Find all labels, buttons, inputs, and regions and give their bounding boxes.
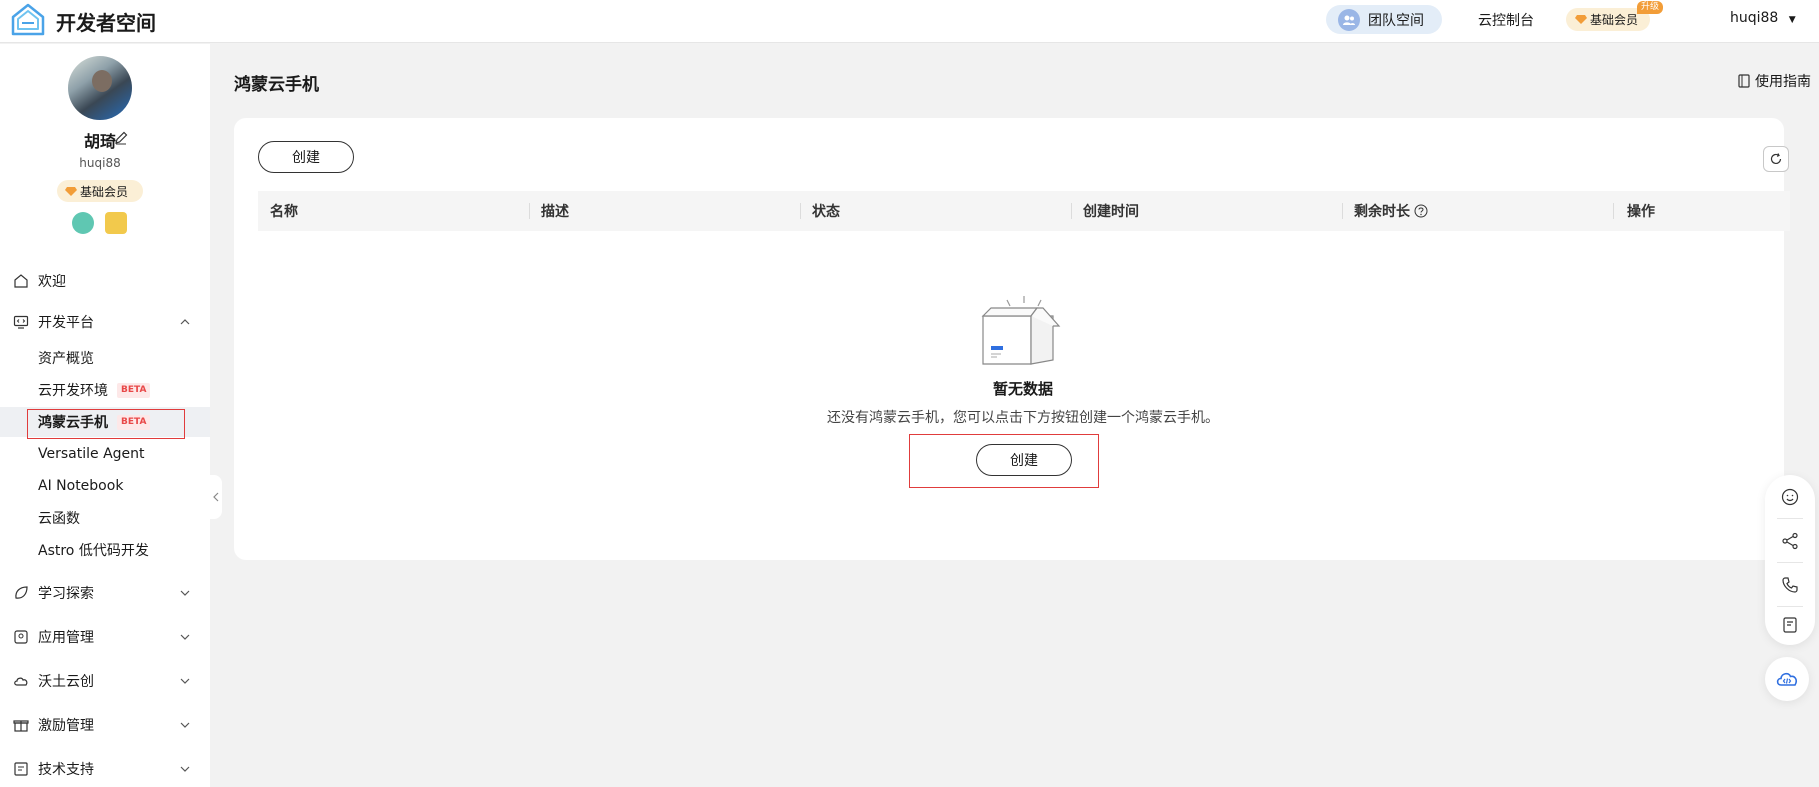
developer-space-logo[interactable] (10, 3, 46, 37)
column-header: 操作 (1627, 204, 1655, 220)
home-icon (14, 274, 28, 288)
nav-tech-support[interactable]: 技术支持 (0, 753, 210, 785)
cloud-code-icon (1776, 672, 1797, 686)
column-divider (1071, 203, 1072, 219)
contact-button[interactable] (1765, 563, 1815, 607)
sidebar-item-label: 资产概览 (38, 351, 94, 367)
column-header: 剩余时长 (1354, 204, 1410, 220)
share-button[interactable] (1765, 519, 1815, 563)
chevron-down-icon (180, 766, 190, 772)
sidebar-item-label: Versatile Agent (38, 446, 145, 462)
empty-state-description: 还没有鸿蒙云手机，您可以点击下方按钮创建一个鸿蒙云手机。 (827, 410, 1219, 426)
chevron-left-icon (213, 492, 219, 502)
user-name: huqi88 (1730, 10, 1779, 26)
column-header: 创建时间 (1083, 204, 1139, 220)
diamond-icon (65, 186, 77, 196)
column-header-remaining-time: 剩余时长 (1354, 191, 1428, 231)
phone-icon (1782, 577, 1798, 593)
nav-wotu-cloud-label: 沃土云创 (38, 674, 94, 690)
help-icon[interactable] (1414, 204, 1428, 218)
refresh-button[interactable] (1763, 146, 1789, 172)
chevron-down-icon (180, 678, 190, 684)
sidebar-item-asset-overview[interactable]: 资产概览 (38, 343, 94, 373)
refresh-icon (1770, 153, 1782, 165)
profile-membership-badge[interactable]: 基础会员 (57, 180, 143, 202)
sidebar-item-label: AI Notebook (38, 478, 124, 494)
star-badge-icon[interactable] (105, 212, 127, 234)
top-bar: 开发者空间 团队空间 云控制台 基础会员 升级 huqi88 ▼ (0, 0, 1819, 43)
code-monitor-icon (13, 315, 29, 329)
nav-incentive[interactable]: 激励管理 (0, 709, 210, 741)
crown-badge-icon[interactable] (72, 212, 94, 234)
sidebar-item-label: Astro 低代码开发 (38, 543, 149, 559)
team-space-button[interactable]: 团队空间 (1326, 5, 1442, 34)
team-space-label: 团队空间 (1368, 12, 1424, 29)
column-header: 描述 (541, 204, 569, 220)
empty-state-title: 暂无数据 (992, 380, 1053, 398)
sidebar-collapse-button[interactable] (210, 475, 222, 519)
nav-app-management[interactable]: 应用管理 (0, 621, 210, 653)
create-button[interactable]: 创建 (258, 141, 354, 173)
column-header: 名称 (270, 204, 298, 220)
sidebar-item-label: 云函数 (38, 511, 80, 527)
membership-label: 基础会员 (1590, 13, 1639, 27)
column-divider (529, 203, 530, 219)
profile-membership-label: 基础会员 (80, 184, 129, 199)
nav-app-management-label: 应用管理 (38, 630, 94, 646)
column-header: 状态 (812, 204, 840, 220)
column-divider (1342, 203, 1343, 219)
create-button-empty-state[interactable]: 创建 (976, 444, 1072, 476)
sidebar-item-cloud-function[interactable]: 云函数 (38, 503, 80, 533)
cloud-console-link[interactable]: 云控制台 (1478, 10, 1534, 30)
edit-icon[interactable] (113, 130, 129, 146)
share-icon (1782, 532, 1798, 550)
page-title: 鸿蒙云手机 (234, 75, 319, 95)
user-menu[interactable]: huqi88 ▼ (1730, 10, 1796, 26)
chevron-down-icon (180, 722, 190, 728)
nav-welcome[interactable]: 欢迎 (0, 265, 210, 297)
upgrade-tag[interactable]: 升级 (1637, 1, 1664, 14)
chevron-up-icon (180, 319, 190, 325)
nav-learning[interactable]: 学习探索 (0, 577, 210, 609)
sidebar-item-versatile-agent[interactable]: Versatile Agent (38, 439, 145, 469)
nav-incentive-label: 激励管理 (38, 718, 94, 734)
book-icon (1738, 74, 1750, 88)
smile-icon (1781, 488, 1799, 506)
chevron-down-icon (180, 634, 190, 640)
user-guide-link[interactable]: 使用指南 (1738, 71, 1811, 91)
cloud-icon (14, 677, 28, 686)
team-icon (1338, 8, 1360, 31)
brand-title[interactable]: 开发者空间 (56, 7, 156, 36)
empty-box-illustration (981, 296, 1061, 365)
nav-wotu-cloud[interactable]: 沃土云创 (0, 665, 210, 697)
floating-toolbar (1765, 475, 1815, 645)
nav-learning-label: 学习探索 (38, 586, 94, 602)
gift-icon (13, 720, 29, 732)
sidebar-item-ai-notebook[interactable]: AI Notebook (38, 471, 123, 501)
app-icon (14, 630, 28, 644)
note-edit-icon (1783, 617, 1797, 633)
nav-tech-support-label: 技术支持 (38, 762, 94, 778)
leaf-icon (15, 586, 28, 599)
profile-handle: huqi88 (79, 156, 121, 170)
support-icon (14, 762, 28, 776)
cloud-ide-button[interactable] (1765, 657, 1809, 701)
notes-button[interactable] (1765, 603, 1815, 647)
avatar[interactable] (68, 56, 132, 120)
column-divider (1613, 203, 1614, 219)
caret-down-icon: ▼ (1788, 15, 1796, 25)
sidebar-item-astro-lowcode[interactable]: Astro 低代码开发 (38, 535, 149, 565)
feedback-button[interactable] (1765, 475, 1815, 519)
nav-dev-platform-label: 开发平台 (38, 315, 94, 331)
nav-welcome-label: 欢迎 (38, 274, 66, 290)
column-divider (800, 203, 801, 219)
user-guide-label: 使用指南 (1755, 74, 1811, 90)
diamond-icon (1575, 15, 1587, 24)
chevron-down-icon (180, 590, 190, 596)
nav-dev-platform[interactable]: 开发平台 (0, 306, 210, 338)
profile-name: 胡琦 (83, 132, 116, 151)
table-header: 名称 描述 状态 创建时间 剩余时长 操作 (258, 191, 1790, 231)
